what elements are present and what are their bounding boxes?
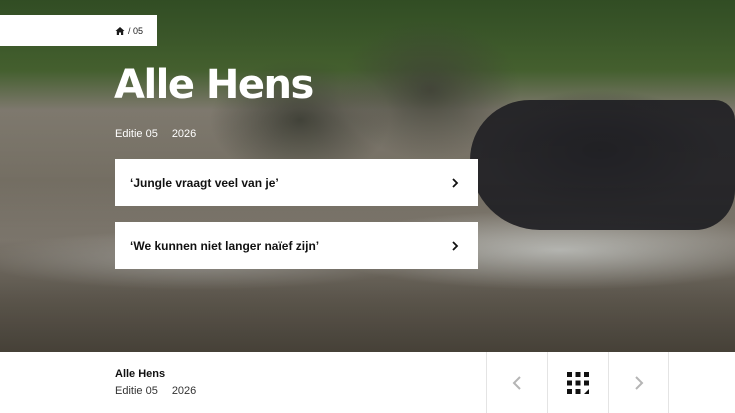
overview-grid-button[interactable] bbox=[547, 352, 608, 413]
chevron-right-icon bbox=[634, 375, 643, 390]
article-link-jungle[interactable]: ‘Jungle vraagt veel van je’ bbox=[115, 159, 478, 206]
footer-edition: Editie 05 bbox=[115, 385, 158, 397]
hero-photo-boat bbox=[470, 100, 735, 230]
breadcrumb[interactable]: / 05 bbox=[0, 15, 157, 46]
footer-year: 2026 bbox=[171, 385, 197, 397]
page-title: Alle Hens bbox=[114, 62, 314, 108]
page: / 05 Alle Hens Editie 05 2026 ‘Jungle vr… bbox=[0, 0, 735, 413]
footer-meta: Editie 05 2026 bbox=[115, 385, 196, 397]
article-link-label: ‘Jungle vraagt veel van je’ bbox=[130, 175, 279, 190]
hero-year: 2026 bbox=[171, 128, 197, 140]
grid-icon bbox=[567, 371, 589, 394]
breadcrumb-text: / 05 bbox=[127, 25, 143, 36]
home-icon[interactable] bbox=[115, 26, 125, 36]
article-link-label: ‘We kunnen niet langer naïef zijn’ bbox=[130, 238, 320, 253]
chevron-right-icon bbox=[452, 177, 459, 188]
chevron-right-icon bbox=[452, 240, 459, 251]
next-button[interactable] bbox=[608, 352, 669, 413]
previous-button[interactable] bbox=[486, 352, 547, 413]
chevron-left-icon bbox=[512, 375, 521, 390]
hero-meta: Editie 05 2026 bbox=[115, 128, 196, 140]
hero-edition: Editie 05 bbox=[115, 128, 158, 140]
footer-title: Alle Hens bbox=[115, 368, 166, 380]
article-link-naief[interactable]: ‘We kunnen niet langer naïef zijn’ bbox=[115, 222, 478, 269]
footer-bar: Alle Hens Editie 05 2026 bbox=[0, 352, 735, 413]
